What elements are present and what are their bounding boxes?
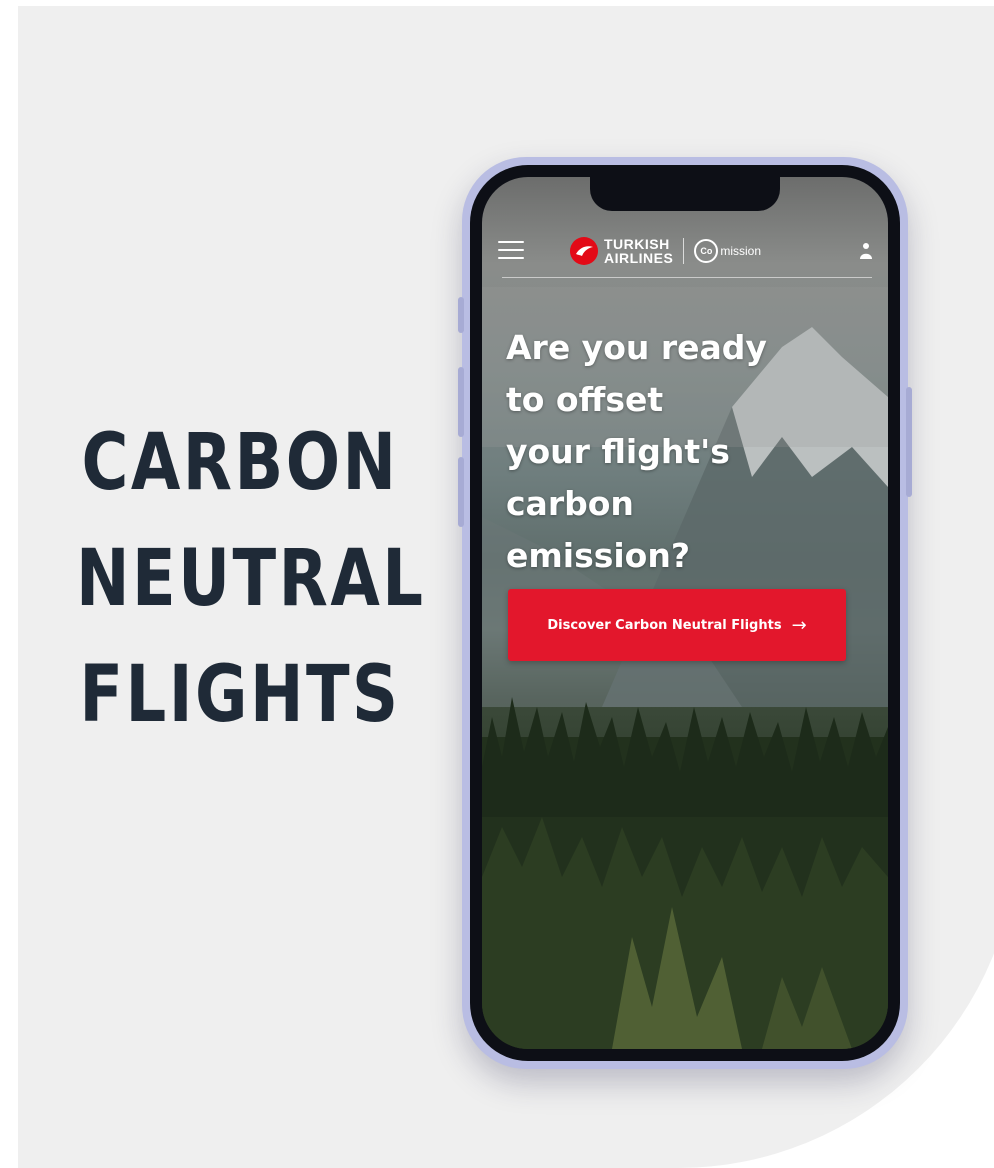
cta-label: Discover Carbon Neutral Flights xyxy=(547,617,782,633)
phone-mute-switch xyxy=(458,297,464,333)
hero-line-2: to offset xyxy=(506,380,664,419)
brand-separator xyxy=(683,238,685,264)
discover-carbon-neutral-flights-button[interactable]: Discover Carbon Neutral Flights → xyxy=(508,589,846,661)
phone-volume-down-button xyxy=(458,457,464,527)
headline-line-2: NEUTRAL xyxy=(76,534,426,624)
hero-line-5: emission? xyxy=(506,536,690,575)
hamburger-menu-icon[interactable] xyxy=(498,241,524,259)
phone-notch xyxy=(590,177,780,211)
forest-background xyxy=(482,697,888,1049)
phone-volume-up-button xyxy=(458,367,464,437)
phone-mockup: TURKISH AIRLINES Co mission Are you read… xyxy=(458,157,912,1069)
hero-line-3: your flight's xyxy=(506,432,730,471)
phone-power-button xyxy=(906,387,912,497)
header-divider xyxy=(502,277,872,278)
promo-canvas: CARBON NEUTRAL FLIGHTS TURKISH AIRLINES … xyxy=(0,0,994,1168)
arrow-right-icon: → xyxy=(791,614,807,636)
turkish-airlines-wordmark: TURKISH AIRLINES xyxy=(604,237,673,265)
app-header: TURKISH AIRLINES Co mission xyxy=(482,225,888,275)
phone-screen: TURKISH AIRLINES Co mission Are you read… xyxy=(482,177,888,1049)
turkish-airlines-logo-icon xyxy=(570,237,598,265)
hero-line-1: Are you ready xyxy=(506,328,767,367)
hero-line-4: carbon xyxy=(506,484,634,523)
user-icon[interactable] xyxy=(860,241,872,259)
hero-title: Are you ready to offset your flight's ca… xyxy=(506,322,826,582)
brand-line-1: TURKISH xyxy=(604,236,670,252)
mission-wordmark: mission xyxy=(720,244,762,258)
mission-mark: Co xyxy=(700,246,713,256)
brand-line-2: AIRLINES xyxy=(604,250,674,266)
headline-line-1: CARBON xyxy=(81,418,399,508)
carbon-neutral-headline: CARBON NEUTRAL FLIGHTS xyxy=(76,405,426,753)
brand-logo[interactable]: TURKISH AIRLINES Co mission xyxy=(570,233,761,269)
co-mission-logo-icon: Co xyxy=(694,239,719,263)
headline-line-3: FLIGHTS xyxy=(79,650,401,740)
